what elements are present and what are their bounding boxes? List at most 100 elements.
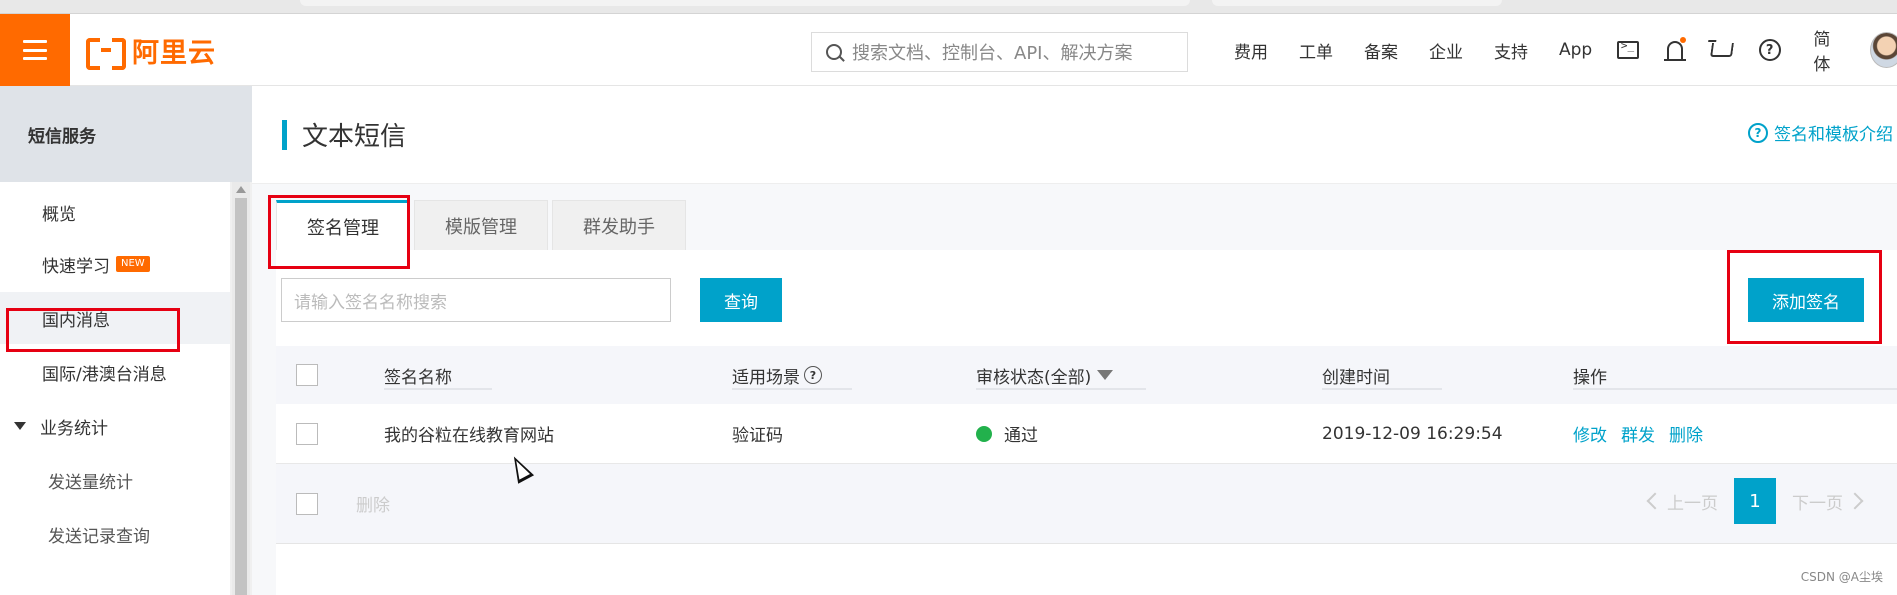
notifications-button[interactable] — [1662, 35, 1689, 65]
global-search-input[interactable]: 搜索文档、控制台、API、解决方案 — [811, 32, 1188, 72]
select-all-checkbox[interactable] — [296, 364, 318, 386]
header-status-label: 审核状态(全部) — [976, 367, 1092, 388]
cart-button[interactable] — [1709, 35, 1736, 65]
signature-search-input[interactable]: 请输入签名名称搜索 — [281, 278, 671, 322]
header-scene: 适用场景 ? — [732, 346, 822, 404]
top-nav-links: 费用 工单 备案 企业 支持 App ? 简体 — [1234, 14, 1897, 86]
browser-search-bar[interactable] — [1212, 0, 1502, 6]
next-page-button[interactable]: 下一页 — [1792, 489, 1864, 514]
nav-support[interactable]: 支持 — [1494, 38, 1528, 63]
sidebar-item-send-stats[interactable]: 发送量统计 — [0, 454, 230, 506]
sidebar-item-overview[interactable]: 概览 — [0, 186, 230, 238]
header-underline — [976, 388, 1146, 390]
delete-link[interactable]: 删除 — [1669, 421, 1703, 446]
header-name: 签名名称 — [384, 367, 452, 388]
prev-page-label: 上一页 — [1667, 493, 1718, 514]
scroll-up-icon[interactable] — [236, 186, 246, 193]
aliyun-logo-icon — [86, 38, 126, 70]
sidebar-menu: 概览 快速学习 NEW 国内消息 国际/港澳台消息 业务统计 发送量统计 发送记… — [0, 182, 230, 595]
search-icon — [826, 44, 842, 60]
nav-enterprise[interactable]: 企业 — [1429, 38, 1463, 63]
notification-dot — [1679, 37, 1686, 43]
row-checkbox[interactable] — [296, 422, 318, 445]
header-underline — [1573, 388, 1897, 390]
bulk-delete-button[interactable]: 删除 — [356, 464, 390, 543]
chevron-left-icon — [1646, 492, 1664, 510]
avatar[interactable] — [1870, 32, 1897, 68]
sidebar-group-stats[interactable]: 业务统计 — [0, 400, 230, 452]
row-status-label: 通过 — [1004, 426, 1038, 446]
aliyun-logo[interactable]: 阿里云 — [86, 32, 216, 70]
header-underline — [384, 388, 492, 390]
address-bar[interactable] — [300, 0, 1190, 6]
sidebar-item-label: 发送记录查询 — [48, 526, 150, 547]
table-header: 签名名称 适用场景 ? 审核状态(全部) 创建时间 操作 — [276, 346, 1897, 404]
filter-icon[interactable] — [1097, 370, 1114, 380]
row-status: 通过 — [976, 404, 1038, 463]
pagination: 上一页 1 下一页 — [1646, 478, 1864, 524]
help-button[interactable]: ? — [1756, 35, 1783, 65]
sidebar-item-label: 国际/港澳台消息 — [42, 364, 167, 385]
top-navbar: 阿里云 搜索文档、控制台、API、解决方案 费用 工单 备案 企业 支持 App… — [0, 14, 1897, 86]
cart-icon — [1710, 43, 1735, 57]
footer-checkbox[interactable] — [296, 492, 318, 515]
footer-select-cell — [296, 464, 318, 543]
sidebar-scrollbar[interactable] — [232, 182, 250, 595]
sidebar-item-label: 概览 — [42, 204, 76, 225]
select-all-cell — [296, 346, 318, 404]
watermark: CSDN @A尘埃 — [1800, 570, 1883, 584]
status-ok-icon — [976, 425, 992, 442]
prev-page-button[interactable]: 上一页 — [1646, 489, 1718, 514]
intro-link-label: 签名和模板介绍 — [1774, 125, 1893, 145]
header-scene-label: 适用场景 — [732, 367, 800, 388]
header-underline — [732, 388, 852, 390]
query-button[interactable]: 查询 — [700, 278, 782, 322]
page-header: 文本短信 ? 签名和模板介绍 — [252, 86, 1897, 184]
browser-strip — [0, 0, 1897, 14]
bell-icon — [1664, 41, 1687, 61]
nav-icp[interactable]: 备案 — [1364, 38, 1398, 63]
sidebar-item-label: 发送量统计 — [48, 472, 133, 493]
highlight-box-domestic — [6, 308, 180, 352]
nav-tickets[interactable]: 工单 — [1299, 38, 1333, 63]
header-actions: 操作 — [1573, 367, 1607, 388]
row-name: 我的谷粒在线教育网站 — [384, 426, 554, 446]
row-created: 2019-12-09 16:29:54 — [1322, 423, 1503, 444]
hamburger-icon — [23, 40, 47, 60]
language-switch[interactable]: 简体 — [1813, 25, 1844, 75]
help-icon[interactable]: ? — [804, 366, 822, 384]
help-icon: ? — [1758, 39, 1781, 61]
intro-link[interactable]: ? 签名和模板介绍 — [1748, 120, 1893, 145]
sidebar-item-send-records[interactable]: 发送记录查询 — [0, 508, 230, 560]
bulk-send-link[interactable]: 群发 — [1621, 421, 1655, 446]
sidebar-item-label: 快速学习 — [42, 256, 110, 277]
title-accent-bar — [282, 120, 287, 150]
terminal-icon — [1616, 39, 1639, 59]
row-select-cell — [296, 404, 318, 463]
help-circle-icon: ? — [1748, 122, 1768, 143]
sidebar-title: 短信服务 — [0, 86, 252, 182]
header-underline — [1322, 388, 1442, 390]
row-scene: 验证码 — [732, 426, 783, 446]
highlight-box-add — [1727, 250, 1882, 344]
row-actions: 修改 群发 删除 — [1573, 404, 1717, 463]
new-badge: NEW — [116, 256, 150, 272]
nav-app[interactable]: App — [1559, 40, 1592, 60]
page-title: 文本短信 — [302, 122, 407, 152]
scrollbar-thumb[interactable] — [235, 198, 247, 595]
caret-down-icon — [14, 422, 26, 430]
header-status[interactable]: 审核状态(全部) — [976, 346, 1114, 404]
hamburger-menu-button[interactable] — [0, 14, 70, 86]
terminal-button[interactable] — [1614, 35, 1641, 65]
tab-template[interactable]: 模版管理 — [414, 200, 548, 250]
signature-search-placeholder: 请输入签名名称搜索 — [294, 292, 447, 313]
edit-link[interactable]: 修改 — [1573, 421, 1607, 446]
tab-bulk-send[interactable]: 群发助手 — [552, 200, 686, 250]
page-number-current[interactable]: 1 — [1734, 478, 1776, 524]
nav-fees[interactable]: 费用 — [1234, 38, 1268, 63]
chevron-right-icon — [1846, 492, 1864, 510]
signature-table: 签名名称 适用场景 ? 审核状态(全部) 创建时间 操作 我的谷粒在线教育网站 … — [276, 346, 1897, 544]
sidebar-item-quickstart[interactable]: 快速学习 NEW — [0, 238, 230, 290]
sidebar-item-international[interactable]: 国际/港澳台消息 — [0, 346, 230, 398]
search-placeholder: 搜索文档、控制台、API、解决方案 — [852, 43, 1133, 64]
